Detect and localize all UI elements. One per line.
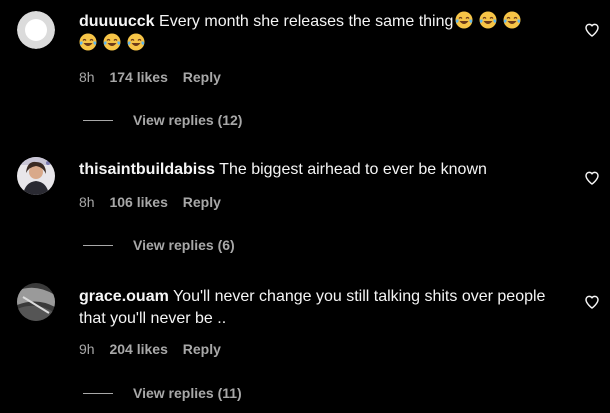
profile-photo-icon — [17, 283, 55, 321]
view-replies-button[interactable]: View replies (12) — [83, 111, 242, 129]
avatar[interactable] — [17, 157, 55, 195]
like-count[interactable]: 106 likes — [109, 194, 167, 210]
face-with-tears-of-joy-icon — [455, 11, 473, 29]
face-with-tears-of-joy-icon — [479, 11, 497, 29]
like-count[interactable]: 174 likes — [109, 69, 167, 85]
avatar[interactable] — [17, 11, 55, 49]
reply-button[interactable]: Reply — [183, 194, 221, 210]
comment-meta: 8h 174 likes Reply — [79, 68, 232, 86]
view-replies-button[interactable]: View replies (11) — [83, 384, 242, 402]
divider-line — [83, 120, 113, 121]
reply-button[interactable]: Reply — [183, 341, 221, 357]
heart-outline-icon[interactable] — [584, 294, 600, 310]
reply-button[interactable]: Reply — [183, 69, 221, 85]
comment-body: duuuucck Every month she releases the sa… — [79, 11, 549, 55]
comment-username[interactable]: thisaintbuildabiss — [79, 161, 215, 178]
comment-meta: 8h 106 likes Reply — [79, 193, 232, 211]
view-replies-label: View replies (11) — [133, 385, 242, 401]
face-with-tears-of-joy-icon — [127, 33, 145, 51]
divider-line — [83, 393, 113, 394]
avatar[interactable] — [17, 283, 55, 321]
comment-username[interactable]: grace.ouam — [79, 288, 169, 305]
comment-text: The biggest airhead to ever be known — [219, 161, 487, 178]
view-replies-label: View replies (6) — [133, 237, 235, 253]
profile-photo-icon — [17, 157, 55, 195]
like-count[interactable]: 204 likes — [109, 341, 167, 357]
comment-username[interactable]: duuuucck — [79, 13, 155, 30]
view-replies-button[interactable]: View replies (6) — [83, 236, 235, 254]
face-with-tears-of-joy-icon — [103, 33, 121, 51]
face-with-tears-of-joy-icon — [503, 11, 521, 29]
view-replies-label: View replies (12) — [133, 112, 243, 128]
comment-time: 8h — [79, 69, 95, 85]
default-avatar-icon — [17, 11, 55, 49]
comment-text: Every month she releases the same thing — [159, 13, 454, 30]
comment-time: 9h — [79, 341, 95, 357]
heart-outline-icon[interactable] — [584, 170, 600, 186]
comment-meta: 9h 204 likes Reply — [79, 340, 232, 358]
comment-time: 8h — [79, 194, 95, 210]
comment-body: grace.ouam You'll never change you still… — [79, 286, 569, 330]
comment-body: thisaintbuildabiss The biggest airhead t… — [79, 159, 549, 181]
heart-outline-icon[interactable] — [584, 22, 600, 38]
face-with-tears-of-joy-icon — [79, 33, 97, 51]
divider-line — [83, 245, 113, 246]
